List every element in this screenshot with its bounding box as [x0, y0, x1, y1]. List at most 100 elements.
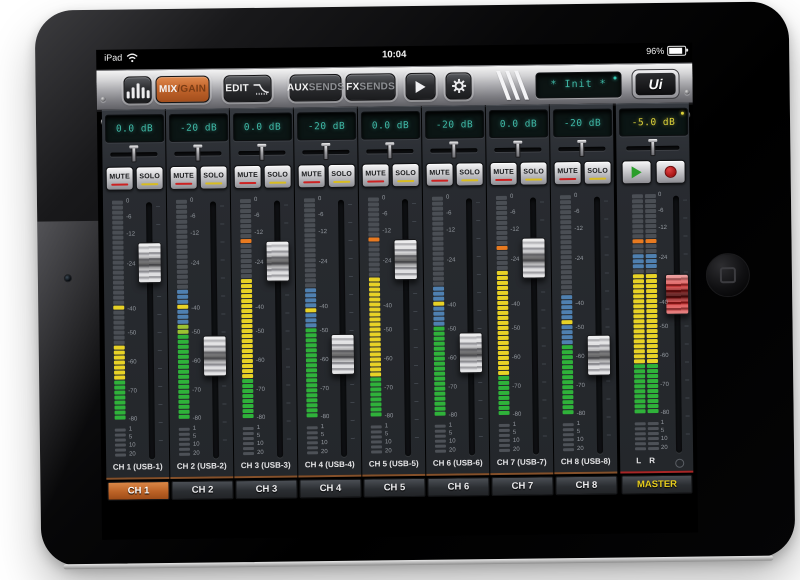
meter-segment — [433, 312, 444, 316]
meter-segment — [633, 259, 644, 263]
meter-segment — [646, 279, 657, 283]
pan-thumb[interactable] — [195, 145, 200, 162]
record-button[interactable] — [656, 160, 686, 184]
meter-segment — [369, 312, 380, 316]
gr-scale-label: 10 — [513, 438, 527, 444]
solo-button[interactable]: SOLO — [520, 161, 548, 185]
meter-segment — [178, 330, 189, 334]
tab-ch7[interactable]: CH 7 — [491, 476, 553, 496]
pan-thumb[interactable] — [131, 145, 136, 162]
meter-segment — [646, 309, 657, 313]
home-button[interactable] — [706, 253, 751, 298]
meter-segment — [561, 310, 572, 314]
aux-sends-button[interactable]: AUXSENDS — [289, 74, 341, 102]
pan-thumb[interactable] — [323, 143, 328, 160]
meter-segment — [243, 414, 254, 418]
meter-segment — [562, 335, 573, 339]
mute-indicator — [175, 182, 192, 185]
pan-thumb[interactable] — [451, 141, 456, 158]
tab-ch1[interactable]: CH 1 — [107, 481, 169, 501]
solo-button[interactable]: SOLO — [392, 163, 420, 187]
player-play-button[interactable] — [622, 160, 652, 184]
mix-gain-button[interactable]: MIX/GAIN — [155, 75, 209, 103]
mute-button[interactable]: MUTE — [426, 163, 454, 187]
gr-meter-segment — [307, 441, 318, 444]
gr-scale-label: 5 — [661, 428, 675, 434]
solo-button[interactable]: SOLO — [264, 164, 292, 188]
meters-view-button[interactable] — [123, 76, 151, 103]
gr-meter-segment — [563, 428, 574, 431]
solo-button[interactable]: SOLO — [456, 162, 484, 186]
mute-button[interactable]: MUTE — [170, 166, 198, 190]
meter-segment — [632, 219, 643, 223]
meter-segment — [433, 247, 444, 251]
meter-segment — [634, 399, 645, 403]
meter-segment — [647, 324, 658, 328]
tab-ch5[interactable]: CH 5 — [363, 478, 425, 498]
tab-master[interactable]: MASTER — [621, 475, 692, 495]
meter-segment — [242, 369, 253, 373]
mute-button[interactable]: MUTE — [490, 162, 518, 186]
mute-button[interactable]: MUTE — [234, 165, 262, 189]
meter-segment — [634, 389, 645, 393]
meter-segment — [647, 394, 658, 398]
meter-segment — [179, 410, 190, 414]
fader-handle[interactable] — [203, 335, 227, 376]
meter-scale-label: -60 — [384, 356, 404, 362]
screw-icon — [101, 97, 106, 102]
settings-button[interactable] — [445, 72, 471, 99]
tab-ch3[interactable]: CH 3 — [235, 479, 297, 499]
meter-segment — [242, 374, 253, 378]
pan-thumb[interactable] — [259, 144, 264, 161]
solo-button[interactable]: SOLO — [328, 164, 356, 188]
pan-thumb[interactable] — [579, 140, 584, 157]
mute-indicator — [303, 181, 320, 184]
meter-segment — [112, 211, 123, 215]
pan-thumb[interactable] — [387, 142, 392, 159]
meter-segment — [647, 384, 658, 388]
master-fader-handle[interactable] — [665, 273, 689, 314]
solo-button[interactable]: SOLO — [136, 166, 164, 190]
meter-segment — [369, 317, 380, 321]
edit-button[interactable]: EDIT — [223, 75, 271, 103]
meter-segment — [498, 376, 509, 380]
tab-ch6[interactable]: CH 6 — [427, 477, 489, 497]
meter-segment — [496, 221, 507, 225]
meter-segment — [369, 272, 380, 276]
gr-scale-label: 20 — [449, 447, 463, 453]
fader-ticks — [220, 205, 227, 455]
gr-meter-segment — [563, 423, 574, 426]
meter-segment — [561, 290, 572, 294]
solo-indicator — [589, 177, 606, 180]
fader-handle[interactable] — [459, 332, 483, 373]
player-button[interactable] — [405, 73, 435, 100]
meter-segment — [562, 355, 573, 359]
meter-segment — [435, 412, 446, 416]
fx-sends-button[interactable]: FXSENDS — [345, 73, 395, 101]
meter-segment — [178, 370, 189, 374]
meter-segment — [177, 245, 188, 249]
tab-ch2[interactable]: CH 2 — [171, 480, 233, 500]
fader-handle[interactable] — [331, 334, 355, 375]
channel-level-display: -20 dB — [425, 110, 484, 139]
meter-segment — [561, 250, 572, 254]
meter-segment — [435, 407, 446, 411]
tab-ch8[interactable]: CH 8 — [555, 476, 617, 496]
mute-button[interactable]: MUTE — [362, 163, 390, 187]
mute-button[interactable]: MUTE — [298, 164, 326, 188]
master-pan-thumb[interactable] — [650, 139, 655, 156]
meter-segment — [368, 232, 379, 236]
channel-name: CH 8 (USB-8) — [554, 457, 617, 467]
tab-ch4[interactable]: CH 4 — [299, 479, 361, 499]
channel-name: CH 4 (USB-4) — [298, 460, 361, 470]
meter-segment — [243, 409, 254, 413]
solo-button[interactable]: SOLO — [584, 161, 612, 185]
pan-thumb[interactable] — [515, 141, 520, 158]
mute-button[interactable]: MUTE — [554, 161, 582, 185]
channel-strip-5: 0.0 dB MUTE SOLO CH 5 (USB-5) 0-6-12-24-… — [358, 106, 426, 477]
meter-segment — [434, 342, 445, 346]
meter-segment — [647, 379, 658, 383]
mute-button[interactable]: MUTE — [106, 166, 134, 190]
meter-segment — [241, 284, 252, 288]
solo-button[interactable]: SOLO — [200, 165, 228, 189]
